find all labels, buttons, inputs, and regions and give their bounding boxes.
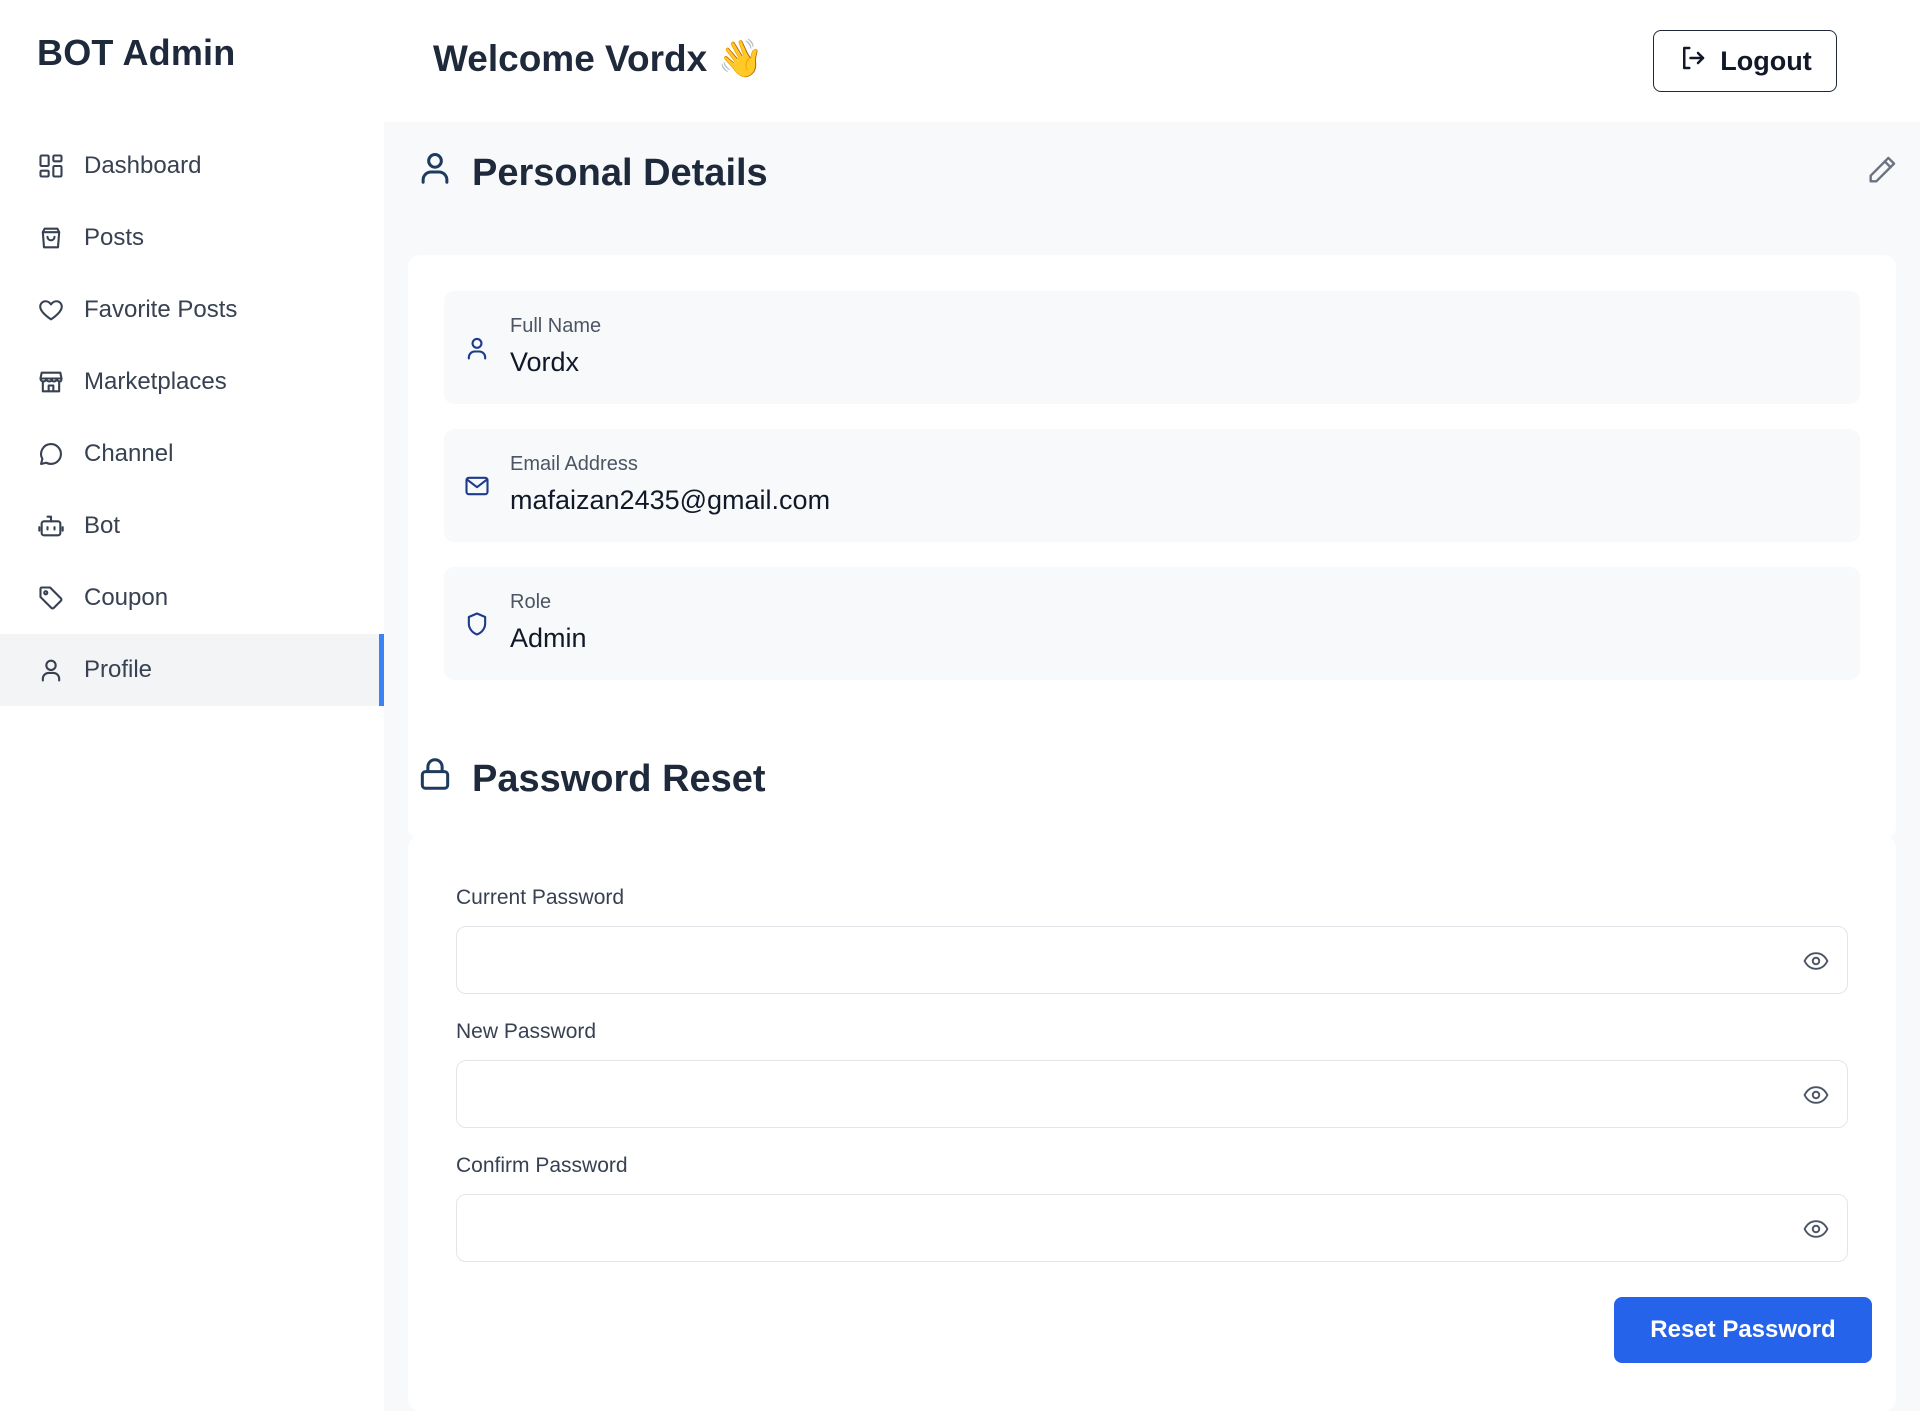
- sidebar-item-dashboard[interactable]: Dashboard: [0, 130, 384, 202]
- sidebar-item-profile[interactable]: Profile: [0, 634, 384, 706]
- sidebar-item-posts[interactable]: Posts: [0, 202, 384, 274]
- user-icon: [36, 655, 66, 685]
- new-password-field: [456, 1060, 1848, 1128]
- personal-details-title: Personal Details: [472, 151, 768, 194]
- chat-bubble-icon: [36, 439, 66, 469]
- eye-icon[interactable]: [1803, 949, 1829, 973]
- shopping-bag-icon: [36, 223, 66, 253]
- sidebar-item-channel[interactable]: Channel: [0, 418, 384, 490]
- lock-icon: [416, 754, 454, 804]
- sidebar-item-label: Profile: [84, 656, 153, 683]
- brand-title: BOT Admin: [37, 32, 236, 73]
- main-content: Personal Details Full Name Vordx Email A…: [384, 122, 1920, 1411]
- confirm-password-label: Confirm Password: [456, 1154, 628, 1177]
- shield-icon: [460, 607, 494, 641]
- full-name-label: Full Name: [510, 315, 602, 337]
- sidebar: BOT Admin Dashboard Posts Favorite Posts…: [0, 0, 384, 1411]
- password-reset-title: Password Reset: [472, 757, 766, 800]
- sidebar-item-label: Channel: [84, 440, 174, 467]
- user-icon: [416, 148, 454, 198]
- role-label: Role: [510, 591, 552, 613]
- mail-icon: [460, 469, 494, 503]
- password-reset-card: Current Password New Password Confirm Pa…: [408, 836, 1896, 1411]
- sidebar-item-label: Favorite Posts: [84, 296, 238, 323]
- edit-profile-button[interactable]: [1862, 152, 1902, 192]
- current-password-field: [456, 926, 1848, 994]
- top-header: Welcome Vordx 👋 Logout: [384, 0, 1920, 122]
- role-value: Admin: [510, 623, 587, 653]
- new-password-label: New Password: [456, 1020, 597, 1043]
- sidebar-item-label: Marketplaces: [84, 368, 227, 395]
- reset-password-button[interactable]: Reset Password: [1614, 1297, 1872, 1363]
- sidebar-item-bot[interactable]: Bot: [0, 490, 384, 562]
- sidebar-item-coupon[interactable]: Coupon: [0, 562, 384, 634]
- sidebar-item-label: Bot: [84, 512, 121, 539]
- logout-button[interactable]: Logout: [1653, 30, 1837, 92]
- sidebar-item-label: Coupon: [84, 584, 169, 611]
- user-icon: [460, 331, 494, 365]
- full-name-row: Full Name Vordx: [444, 291, 1860, 404]
- sidebar-item-label: Posts: [84, 224, 145, 251]
- welcome-heading: Welcome Vordx 👋: [433, 38, 764, 79]
- bot-icon: [36, 511, 66, 541]
- personal-details-header: Personal Details: [416, 148, 768, 198]
- tag-icon: [36, 583, 66, 613]
- eye-icon[interactable]: [1803, 1083, 1829, 1107]
- dashboard-grid-icon: [36, 151, 66, 181]
- sidebar-item-label: Dashboard: [84, 152, 202, 179]
- current-password-label: Current Password: [456, 886, 625, 909]
- email-value: mafaizan2435@gmail.com: [510, 485, 831, 515]
- email-label: Email Address: [510, 453, 638, 475]
- new-password-input[interactable]: [457, 1061, 1847, 1127]
- confirm-password-input[interactable]: [457, 1195, 1847, 1261]
- store-icon: [36, 367, 66, 397]
- password-reset-header: Password Reset: [416, 754, 766, 804]
- eye-icon[interactable]: [1803, 1217, 1829, 1241]
- pencil-icon: [1865, 153, 1899, 192]
- email-row: Email Address mafaizan2435@gmail.com: [444, 429, 1860, 542]
- full-name-value: Vordx: [510, 347, 580, 377]
- sidebar-item-marketplaces[interactable]: Marketplaces: [0, 346, 384, 418]
- personal-details-card: Full Name Vordx Email Address mafaizan24…: [408, 255, 1896, 839]
- logout-label: Logout: [1720, 45, 1812, 76]
- heart-icon: [36, 295, 66, 325]
- confirm-password-field: [456, 1194, 1848, 1262]
- sidebar-item-favorite-posts[interactable]: Favorite Posts: [0, 274, 384, 346]
- role-row: Role Admin: [444, 567, 1860, 680]
- current-password-input[interactable]: [457, 927, 1847, 993]
- sidebar-nav: Dashboard Posts Favorite Posts Marketpla…: [0, 130, 384, 706]
- logout-icon: [1678, 43, 1708, 80]
